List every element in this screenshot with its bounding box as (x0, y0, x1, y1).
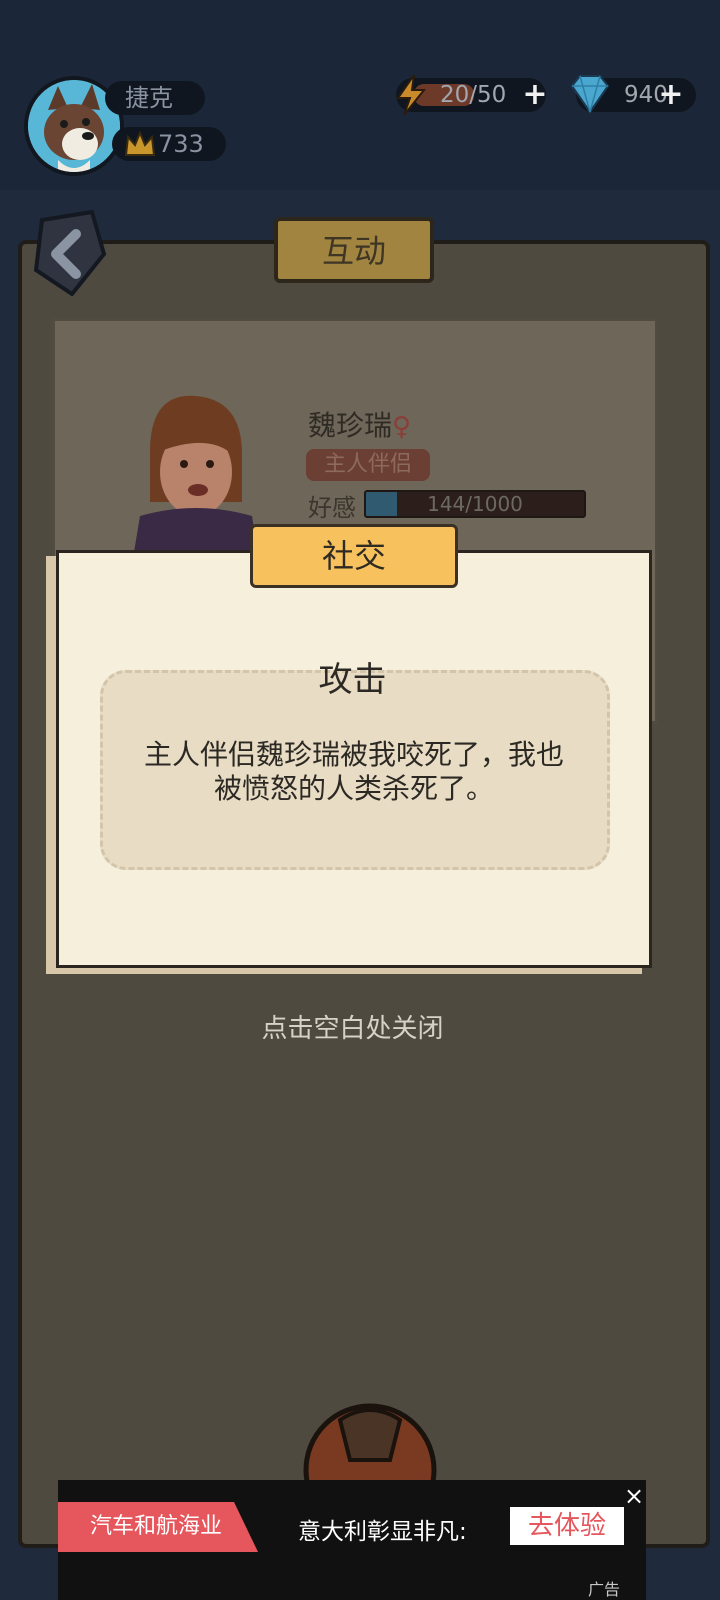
top-bar: 捷克 733 20/50 + 940 + (0, 0, 720, 190)
favor-bar: 144/1000 (364, 490, 586, 518)
crown-score-pill: 733 (112, 127, 226, 161)
favor-label: 好感 (308, 494, 356, 522)
ad-headline: 意大利彰显非凡: (298, 1519, 467, 1545)
ad-label: 广告 (588, 1580, 621, 1599)
add-gems-button[interactable]: + (658, 80, 684, 110)
favor-value: 144/1000 (427, 492, 523, 516)
diamond-icon (570, 75, 610, 114)
role-badge: 主人伴侣 (306, 449, 430, 481)
lightning-icon (396, 74, 427, 116)
ad-category-tag: 汽车和航海业 (58, 1502, 258, 1552)
crown-icon (124, 131, 156, 156)
character-portrait (134, 395, 258, 552)
screen-title: 互动 (274, 217, 434, 283)
crown-score: 733 (158, 130, 204, 158)
female-icon: ♀ (392, 412, 412, 442)
modal-body-text: 主人伴侣魏珍瑞被我咬死了，我也被愤怒的人类杀死了。 (143, 738, 564, 805)
character-name-row: 魏珍瑞♀ (308, 404, 411, 444)
ad-cta-button[interactable]: 去体验 (510, 1507, 624, 1545)
modal-heading: 攻击 (318, 660, 387, 700)
action-button-decoration[interactable] (250, 1400, 490, 1490)
back-button[interactable] (32, 210, 108, 296)
player-name-pill: 捷克 (105, 81, 205, 115)
close-hint[interactable]: 点击空白处关闭 (0, 1008, 705, 1045)
character-name: 魏珍瑞 (308, 409, 393, 442)
player-name: 捷克 (125, 84, 173, 112)
modal-banner: 社交 (250, 524, 458, 588)
add-energy-button[interactable]: + (522, 80, 548, 110)
energy-value: 20/50 (440, 82, 507, 108)
ad-banner[interactable]: 汽车和航海业 意大利彰显非凡: 去体验 × 广告 (58, 1480, 646, 1600)
ad-close-icon[interactable]: × (624, 1482, 644, 1510)
